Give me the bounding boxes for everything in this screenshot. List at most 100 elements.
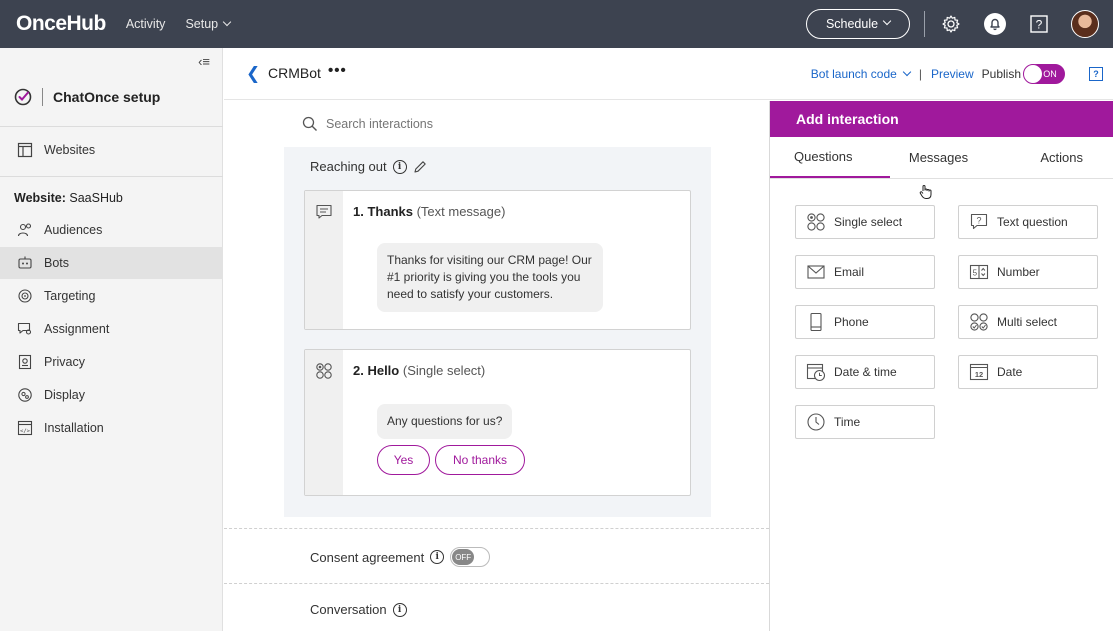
more-options-icon[interactable]: ••• [328, 62, 347, 79]
gear-icon[interactable] [939, 12, 963, 36]
collapse-sidebar-icon[interactable]: ‹≡ [198, 54, 210, 69]
tab-actions[interactable]: Actions [987, 137, 1113, 178]
svg-text:</>: </> [20, 429, 31, 435]
interaction-multi-select[interactable]: Multi select [958, 305, 1098, 339]
sidebar-divider [0, 176, 223, 177]
section-divider [224, 583, 769, 584]
interaction-label: Date & time [834, 365, 897, 379]
interaction-single-select[interactable]: Single select [795, 205, 935, 239]
chevron-down-icon [902, 67, 912, 77]
schedule-button[interactable]: Schedule [806, 9, 910, 39]
interaction-email[interactable]: Email [795, 255, 935, 289]
svg-text:5: 5 [973, 269, 978, 278]
help-icon[interactable]: ? [1027, 12, 1051, 36]
website-label: Website: SaaSHub [14, 191, 123, 205]
top-nav: Activity Setup [126, 17, 232, 31]
option-no-thanks-button[interactable]: No thanks [435, 445, 525, 475]
interaction-label: Multi select [997, 315, 1058, 329]
sidebar-item-label: Websites [44, 143, 96, 157]
sidebar-item-bots[interactable]: Bots [0, 247, 223, 279]
info-icon[interactable]: i [392, 159, 407, 174]
sidebar-item-label: Display [44, 388, 85, 402]
conversation-label: Conversation [310, 602, 387, 617]
assignment-icon [16, 320, 34, 338]
sidebar-item-display[interactable]: Display [0, 379, 223, 411]
schedule-label: Schedule [825, 17, 879, 31]
setup-title-text: ChatOnce setup [53, 89, 161, 105]
consent-toggle-state: OFF [452, 549, 475, 565]
interaction-label: Single select [834, 215, 903, 229]
targeting-icon [16, 287, 34, 305]
conversation-row: Conversation i [310, 602, 407, 617]
sidebar-item-assignment[interactable]: Assignment [0, 313, 223, 345]
date-time-icon [806, 362, 826, 382]
check-circle-icon [14, 88, 32, 106]
sidebar-item-installation[interactable]: </> Installation [0, 412, 223, 444]
interaction-label: Text question [997, 215, 1068, 229]
flow-title-text: Reaching out [310, 159, 387, 174]
oncehub-logo[interactable]: OnceHub [16, 12, 106, 36]
chevron-down-icon [882, 16, 892, 26]
publish-toggle[interactable]: ON [1023, 64, 1065, 84]
search-icon [302, 116, 317, 131]
number-icon: 5 [969, 262, 989, 282]
option-yes-button[interactable]: Yes [377, 445, 430, 475]
editor-header: ❮ CRMBot ••• Bot launch code | Preview P… [224, 48, 1113, 100]
card-title: 2. Hello (Single select) [353, 363, 485, 378]
card-title-text: 2. Hello [353, 363, 400, 378]
bot-launch-code-dropdown[interactable]: Bot launch code [811, 67, 912, 81]
sidebar-item-websites[interactable]: Websites [0, 134, 223, 166]
interaction-text-question[interactable]: ? Text question [958, 205, 1098, 239]
help-icon[interactable]: ? [1089, 67, 1103, 81]
email-icon [806, 262, 826, 282]
card-type: (Single select) [402, 363, 486, 378]
interaction-label: Phone [834, 315, 869, 329]
single-select-icon [806, 212, 826, 232]
sidebar-item-label: Privacy [44, 355, 85, 369]
phone-icon [806, 312, 826, 332]
add-interaction-panel: Add interaction Questions Messages Actio… [769, 101, 1113, 631]
sidebar-divider [0, 126, 223, 127]
consent-agreement-row: Consent agreement i OFF [310, 547, 491, 567]
interaction-number[interactable]: 5 Number [958, 255, 1098, 289]
sidebar-item-audiences[interactable]: Audiences [0, 214, 223, 246]
avatar[interactable] [1071, 10, 1099, 38]
consent-label: Consent agreement [310, 549, 425, 565]
search-input[interactable] [326, 117, 526, 131]
sidebar-item-label: Assignment [44, 322, 110, 336]
interaction-label: Time [834, 415, 861, 429]
nav-setup-label: Setup [185, 17, 219, 31]
interaction-phone[interactable]: Phone [795, 305, 935, 339]
installation-icon: </> [16, 419, 34, 437]
interaction-date-time[interactable]: Date & time [795, 355, 935, 389]
bot-icon [16, 254, 34, 272]
setup-title: ChatOnce setup [14, 88, 160, 106]
text-question-icon: ? [969, 212, 989, 232]
nav-setup[interactable]: Setup [185, 17, 232, 31]
preview-link[interactable]: Preview [931, 67, 974, 81]
multi-select-icon [969, 312, 989, 332]
single-select-icon [316, 363, 332, 379]
svg-text:12: 12 [975, 370, 983, 379]
back-chevron-icon[interactable]: ❮ [246, 64, 260, 84]
consent-toggle[interactable]: OFF [450, 547, 491, 567]
interaction-time[interactable]: Time [795, 405, 935, 439]
message-bubble: Thanks for visiting our CRM page! Our #1… [377, 243, 603, 312]
tab-messages[interactable]: Messages [890, 137, 986, 178]
svg-text:?: ? [1036, 18, 1043, 32]
interaction-card-thanks[interactable]: 1. Thanks (Text message) Thanks for visi… [304, 190, 691, 330]
sidebar-item-targeting[interactable]: Targeting [0, 280, 223, 312]
info-icon[interactable]: i [430, 550, 445, 564]
sidebar-item-privacy[interactable]: Privacy [0, 346, 223, 378]
logo-text: OnceHub [16, 12, 106, 35]
pencil-icon[interactable] [413, 160, 427, 174]
message-bubble: Any questions for us? [377, 404, 513, 439]
interaction-date[interactable]: 12 Date [958, 355, 1098, 389]
bell-icon[interactable] [983, 12, 1007, 36]
interaction-card-hello[interactable]: 2. Hello (Single select) Any questions f… [304, 349, 691, 496]
tab-questions[interactable]: Questions [770, 137, 891, 178]
svg-text:?: ? [976, 216, 981, 226]
info-icon[interactable]: i [392, 602, 407, 617]
card-title: 1. Thanks (Text message) [353, 204, 505, 219]
nav-activity[interactable]: Activity [126, 17, 166, 31]
